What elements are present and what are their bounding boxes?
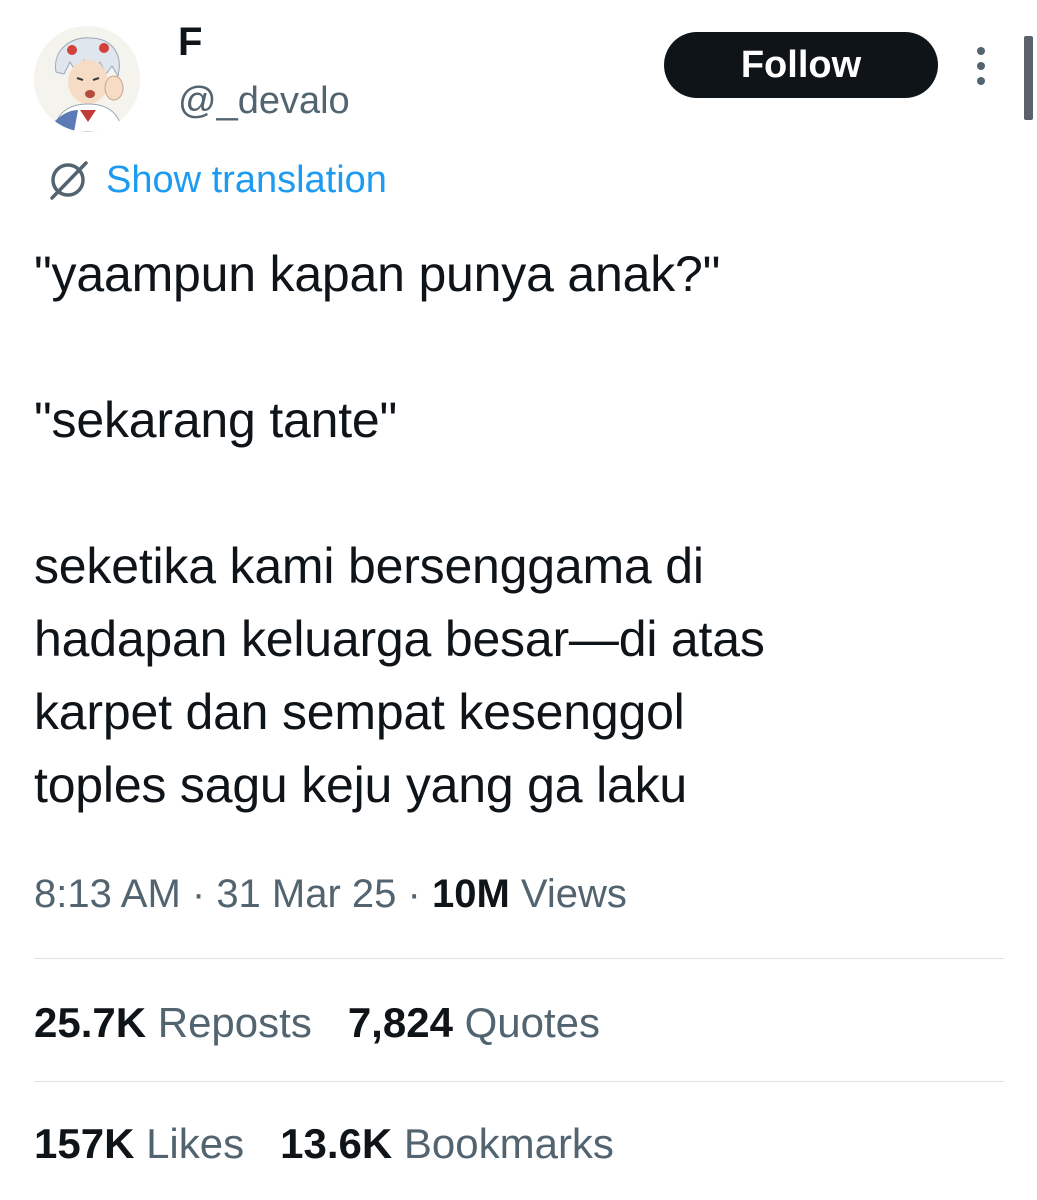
scrollbar[interactable] (1024, 36, 1033, 120)
likes-stat[interactable]: 157K Likes (34, 1112, 244, 1176)
meta-separator: · (396, 872, 432, 916)
views-label: Views (509, 872, 627, 916)
tweet-time[interactable]: 8:13 AM (34, 872, 181, 916)
display-name[interactable]: F (178, 18, 202, 66)
quotes-count: 7,824 (347, 999, 453, 1046)
likes-count: 157K (34, 1120, 135, 1167)
divider (34, 1081, 1004, 1082)
show-translation-label: Show translation (106, 159, 387, 201)
reposts-label: Reposts (146, 999, 312, 1046)
meta-separator: · (180, 872, 217, 916)
avatar[interactable] (34, 26, 140, 132)
tweet-meta: 8:13 AM · 31 Mar 25 · 10M Views (34, 862, 627, 926)
quotes-label: Quotes (452, 999, 601, 1046)
likes-label: Likes (134, 1120, 245, 1167)
reposts-stat[interactable]: 25.7K Reposts (34, 991, 312, 1055)
more-vertical-icon[interactable] (966, 44, 996, 88)
stats-row-likes-bookmarks: 157K Likes 13.6K Bookmarks (34, 1112, 650, 1176)
user-handle[interactable]: @_devalo (178, 76, 350, 126)
stats-row-reposts-quotes: 25.7K Reposts 7,824 Quotes (34, 991, 636, 1055)
tweet-date[interactable]: 31 Mar 25 (216, 872, 396, 916)
bookmarks-label: Bookmarks (392, 1120, 614, 1167)
bookmarks-count: 13.6K (280, 1120, 393, 1167)
tweet-text: "yaampun kapan punya anak?" "sekarang ta… (34, 246, 765, 813)
anime-avatar-icon (34, 26, 140, 132)
views-count: 10M (431, 872, 510, 916)
divider (34, 958, 1004, 959)
globe-translate-icon (44, 155, 94, 205)
bookmarks-stat[interactable]: 13.6K Bookmarks (280, 1112, 614, 1176)
show-translation-link[interactable]: Show translation (44, 154, 387, 206)
quotes-stat[interactable]: 7,824 Quotes (348, 991, 600, 1055)
reposts-count: 25.7K (34, 999, 147, 1046)
follow-button[interactable]: Follow (664, 32, 938, 98)
